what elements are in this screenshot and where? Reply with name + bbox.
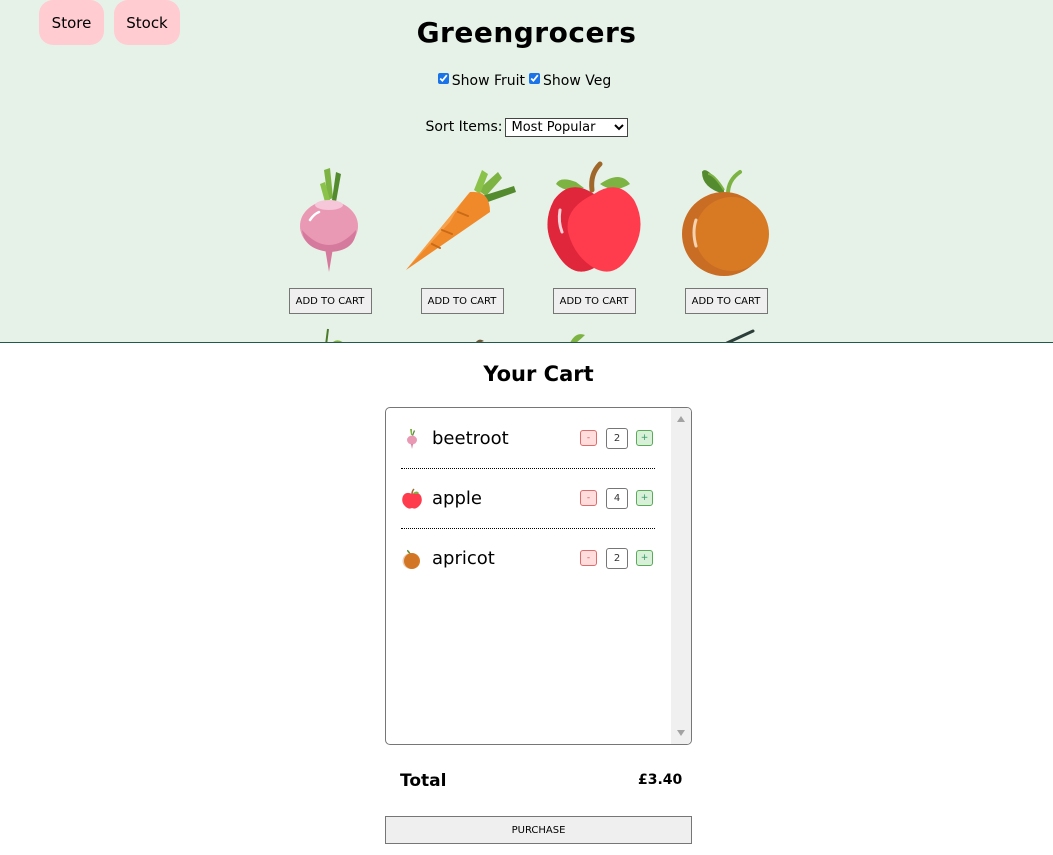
add-to-cart-button[interactable]: ADD TO CART: [552, 288, 636, 314]
cart-item-name: apple: [432, 488, 482, 509]
apple-icon: [547, 161, 641, 272]
quantity-value: 2: [606, 548, 628, 569]
sort-label: Sort Items:: [425, 119, 503, 135]
carrot-icon: [406, 170, 516, 270]
stem-icon: [475, 339, 484, 342]
scroll-up-arrow-icon[interactable]: [677, 416, 685, 422]
stem-icon: [725, 329, 755, 342]
decrease-quantity-button[interactable]: -: [580, 430, 597, 446]
total-value: £3.40: [638, 772, 683, 788]
page-title: Greengrocers: [416, 16, 637, 49]
decrease-quantity-button[interactable]: -: [580, 490, 597, 506]
show-fruit-label[interactable]: Show Fruit: [452, 73, 525, 89]
apple-icon: [402, 488, 422, 509]
apricot-icon: [682, 170, 769, 276]
add-to-cart-button[interactable]: ADD TO CART: [420, 288, 504, 314]
beetroot-icon: [300, 168, 358, 272]
add-to-cart-button[interactable]: ADD TO CART: [288, 288, 372, 314]
cart-list[interactable]: beetroot - 2 + apple - 4 + apricot - 2 +: [385, 407, 692, 745]
cart-item-name: apricot: [432, 548, 495, 569]
decrease-quantity-button[interactable]: -: [580, 550, 597, 566]
product-card-carrot: ADD TO CART: [402, 160, 522, 314]
add-to-cart-button[interactable]: ADD TO CART: [684, 288, 768, 314]
show-veg-label[interactable]: Show Veg: [543, 73, 611, 89]
store-section: Store Stock Greengrocers Show Fruit Show …: [0, 0, 1053, 343]
leaf-icon: [325, 328, 343, 342]
increase-quantity-button[interactable]: +: [636, 490, 653, 506]
product-card-apple: ADD TO CART: [534, 160, 654, 314]
increase-quantity-button[interactable]: +: [636, 430, 653, 446]
product-card-beetroot: ADD TO CART: [270, 160, 390, 314]
cart-scrollbar[interactable]: [671, 408, 691, 744]
total-label: Total: [400, 771, 447, 791]
show-veg-checkbox[interactable]: [529, 73, 541, 84]
apricot-icon: [402, 549, 420, 569]
purchase-button[interactable]: PURCHASE: [385, 816, 692, 844]
beetroot-icon: [407, 429, 417, 449]
cart-item: apricot - 2 +: [401, 528, 655, 588]
cart-item-name: beetroot: [432, 428, 509, 449]
quantity-value: 4: [606, 488, 628, 509]
filter-bar: Show Fruit Show Veg: [0, 73, 1053, 89]
cart-item: beetroot - 2 +: [401, 408, 655, 469]
cart-title: Your Cart: [483, 362, 594, 386]
increase-quantity-button[interactable]: +: [636, 550, 653, 566]
show-fruit-checkbox[interactable]: [437, 73, 449, 84]
scroll-down-arrow-icon[interactable]: [677, 730, 685, 736]
sort-bar: Sort Items: Most Popular: [0, 118, 1053, 137]
sort-select[interactable]: Most Popular: [504, 118, 628, 137]
cart-item: apple - 4 +: [401, 468, 655, 529]
quantity-value: 2: [606, 428, 628, 449]
leaf-icon: [570, 334, 585, 342]
product-card-apricot: ADD TO CART: [666, 160, 786, 314]
